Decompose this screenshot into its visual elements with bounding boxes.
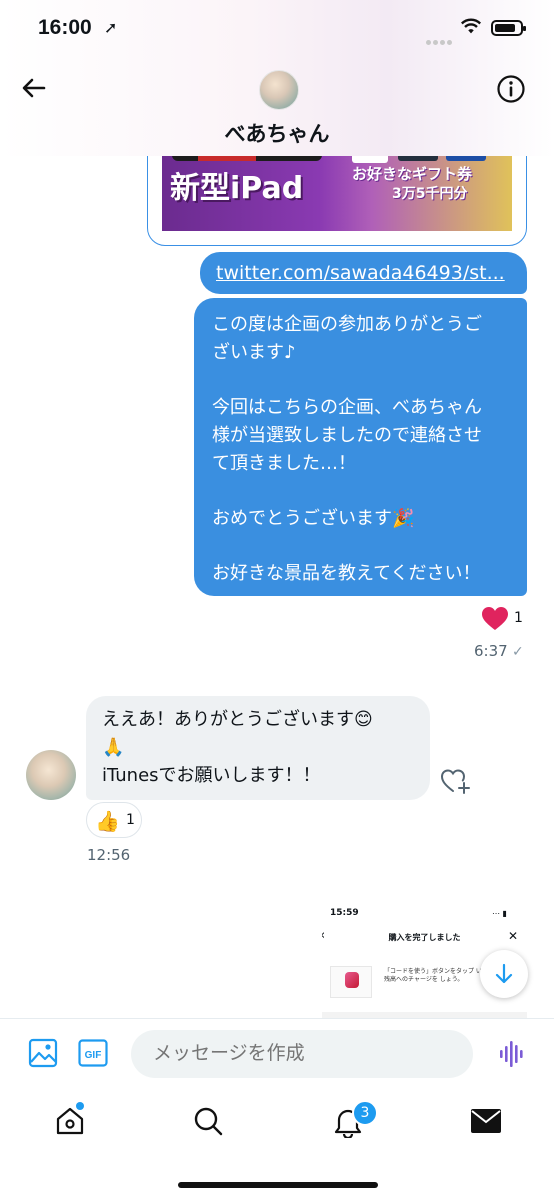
status-time: 16:00 [38, 16, 92, 39]
gift-amount-text: 3万5千円分 [392, 186, 468, 202]
wifi-icon [460, 18, 482, 34]
battery-icon [491, 20, 526, 36]
message-line: iTunesでお願いします！！ [102, 765, 321, 786]
back-arrow-icon[interactable] [20, 74, 48, 102]
message-input[interactable] [131, 1030, 473, 1078]
read-check-icon: ✓ [512, 644, 524, 660]
notification-badge: 3 [352, 1100, 378, 1126]
arrow-down-icon [495, 963, 513, 984]
itunes-card-image [330, 966, 372, 998]
message-line: 今回はこちらの企画、べあちゃん [212, 397, 482, 418]
image-icon[interactable] [28, 1038, 58, 1068]
sent-message-bubble[interactable]: この度は企画の参加ありがとうご ざいます♪ 今回はこちらの企画、べあちゃん 様が… [194, 298, 527, 596]
voice-wave-icon[interactable] [499, 1040, 525, 1068]
message-line: て頂きました…！ [212, 453, 356, 474]
home-indicator [178, 1182, 378, 1188]
close-icon: ✕ [508, 929, 519, 943]
received-message-bubble[interactable]: ええあ！ありがとうございます😊 🙏 iTunesでお願いします！！ [86, 696, 430, 800]
banner-title: 新型iPad [170, 171, 304, 206]
search-icon[interactable] [193, 1106, 223, 1136]
message-line: お好きな景品を教えてください！ [212, 563, 481, 584]
message-line [212, 533, 513, 560]
message-line: この度は企画の参加ありがとうご [212, 314, 482, 335]
heart-icon[interactable] [481, 606, 509, 632]
message-line: 様が当選致しましたので連絡させ [212, 425, 482, 446]
screenshot-status-icons: ⋯ ▮ [492, 909, 507, 918]
chat-header: 16:00 ➚ べあちゃん [0, 0, 554, 156]
sent-time: 6:37 [474, 642, 508, 660]
location-arrow-icon: ➚ [104, 18, 118, 37]
reaction-pill[interactable]: 👍 1 [86, 802, 142, 838]
gif-label: GIF [85, 1050, 102, 1061]
thumbs-up-icon: 👍 [95, 809, 120, 833]
home-unread-dot [76, 1102, 84, 1110]
like-count: 1 [514, 610, 523, 626]
screenshot-time: 15:59 [330, 908, 359, 918]
signal-icon [426, 30, 456, 45]
heart-add-icon[interactable] [440, 766, 472, 796]
message-line: ええあ！ありがとうございます😊 [102, 709, 373, 730]
reaction-count: 1 [126, 812, 135, 828]
screenshot-title: 購入を完了しました [388, 933, 461, 942]
message-line: 🙏 [102, 737, 125, 758]
mail-icon[interactable] [470, 1108, 502, 1134]
message-line [212, 478, 513, 505]
message-line: ざいます♪ [212, 342, 296, 363]
tweet-link[interactable]: twitter.com/sawada46493/st... [200, 252, 527, 294]
gif-icon[interactable]: GIF [78, 1039, 108, 1067]
chat-avatar[interactable] [259, 70, 299, 110]
scroll-down-button[interactable] [480, 950, 528, 998]
home-icon[interactable] [55, 1106, 85, 1136]
chat-name[interactable]: べあちゃん [0, 118, 554, 148]
info-icon[interactable] [496, 74, 526, 104]
message-line: おめでとうございます🎉 [212, 508, 415, 529]
received-time: 12:56 [87, 846, 131, 864]
message-line [212, 367, 513, 394]
gift-card-text: お好きなギフト券 [352, 165, 473, 183]
sender-avatar[interactable] [26, 750, 76, 800]
